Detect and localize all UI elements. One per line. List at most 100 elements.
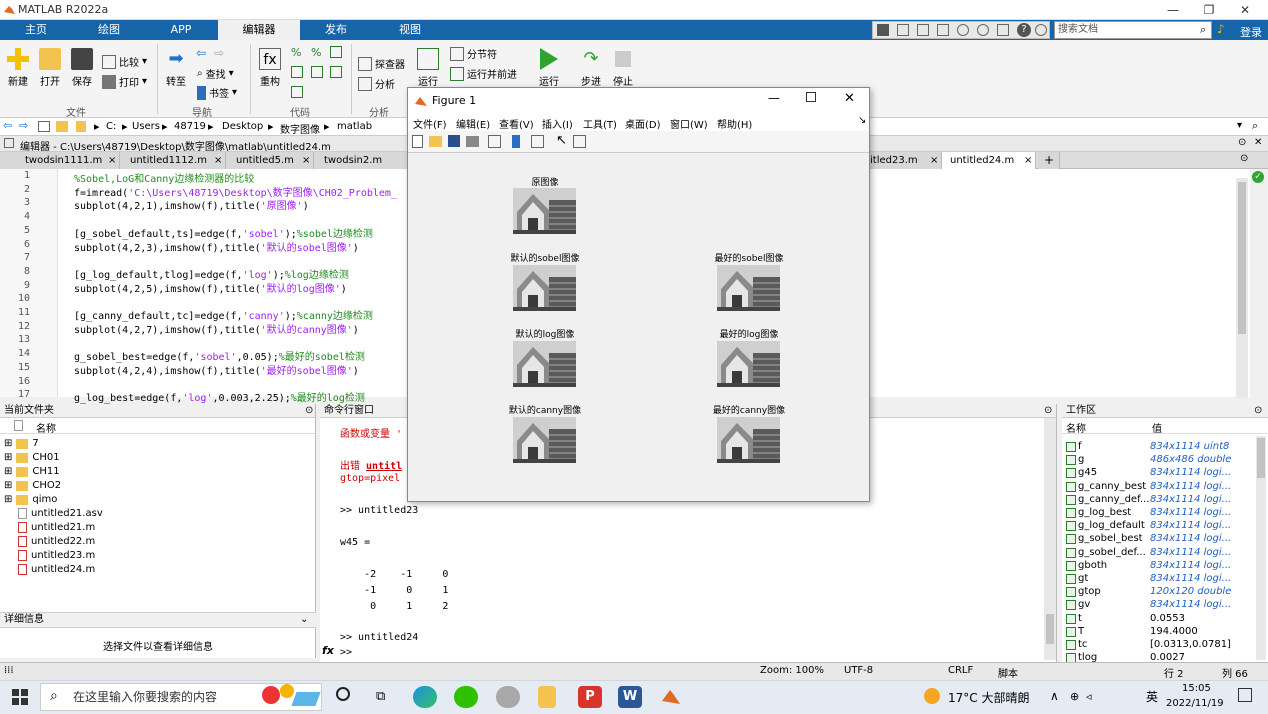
app-icon[interactable] — [496, 686, 520, 708]
workspace-row[interactable]: gv 834x1114 logi... — [1064, 599, 1264, 612]
weather-icon[interactable] — [924, 688, 940, 704]
workspace-scrollbar[interactable] — [1256, 436, 1266, 660]
edge-browser-icon[interactable] — [413, 686, 437, 708]
workspace-row[interactable]: gboth 834x1114 logi... — [1064, 560, 1264, 573]
folder-row[interactable]: ⊞ qimo — [4, 494, 57, 505]
bookmark-button[interactable]: 书签 ▾ — [197, 85, 237, 100]
paste-icon[interactable] — [937, 24, 949, 36]
section-break-button[interactable]: 分节符 — [450, 46, 497, 61]
input-language[interactable]: 英 — [1146, 688, 1158, 705]
file-tab[interactable]: untitled5.m × — [226, 152, 314, 169]
save-file-button[interactable]: 保存 — [68, 48, 96, 88]
close-tab-icon[interactable]: × — [214, 152, 222, 169]
expand-icon[interactable]: ⊞ — [4, 480, 12, 491]
stop-button[interactable]: 停止 — [608, 48, 638, 88]
back-icon[interactable]: ⇦ — [3, 119, 12, 132]
menu-window[interactable]: 窗口(W) — [670, 116, 708, 131]
workspace-row[interactable]: g_sobel_best 834x1114 logi... — [1064, 533, 1264, 546]
panel-menu-icon[interactable]: ⊙ — [305, 405, 313, 416]
windows-start-icon[interactable] — [12, 689, 28, 705]
clock-date[interactable]: 2022/11/19 — [1166, 698, 1224, 709]
tab-view[interactable]: 视图 — [380, 20, 440, 40]
file-row[interactable]: untitled23.m — [18, 550, 95, 561]
up-folder-icon[interactable] — [38, 121, 50, 132]
folder-row[interactable]: ⊞ 7 — [4, 438, 39, 449]
tab-home[interactable]: 主页 — [12, 20, 60, 40]
weather-text[interactable]: 17°C 大部晴朗 — [948, 689, 1029, 706]
code-check-ok-icon[interactable]: ✓ — [1252, 171, 1264, 183]
value-column-header[interactable]: 值 — [1152, 420, 1162, 435]
file-tab-active[interactable]: untitled24.m × — [942, 152, 1036, 169]
back-arrow-icon[interactable]: ⇦ — [196, 46, 206, 60]
figure-close-button[interactable]: ✕ — [844, 91, 855, 106]
workspace-row[interactable]: g_log_default 834x1114 logi... — [1064, 520, 1264, 533]
save-icon[interactable] — [877, 24, 889, 36]
indent-smart-icon[interactable] — [291, 66, 303, 78]
figure-minimize-button[interactable]: — — [768, 91, 780, 105]
tab-apps[interactable]: APP — [156, 20, 206, 40]
new-button[interactable]: 新建 — [4, 48, 32, 88]
matlab-taskbar-icon[interactable] — [660, 686, 682, 708]
minimize-button[interactable]: — — [1156, 0, 1190, 20]
path-segment[interactable]: Desktop — [222, 121, 263, 132]
expand-icon[interactable]: ⊞ — [4, 466, 12, 477]
notification-icon[interactable] — [1238, 688, 1252, 702]
tab-publish[interactable]: 发布 — [304, 20, 368, 40]
print-figure-icon[interactable] — [466, 136, 479, 147]
forward-arrow-icon[interactable]: ⇨ — [214, 46, 224, 60]
tab-plots[interactable]: 绘图 — [82, 20, 136, 40]
switch-windows-icon[interactable] — [997, 24, 1009, 36]
word-icon[interactable]: W — [618, 686, 642, 708]
file-row[interactable]: untitled21.asv — [18, 508, 103, 519]
panel-menu-icon[interactable]: ⊙ — [1044, 405, 1052, 416]
chevron-up-icon[interactable]: ∧ — [1050, 689, 1059, 703]
file-explorer-icon[interactable] — [538, 686, 556, 708]
run-button[interactable]: 运行 — [534, 48, 564, 88]
details-header[interactable]: 详细信息 ⌄ — [0, 612, 316, 628]
outdent-icon[interactable] — [330, 66, 342, 78]
close-button[interactable]: ✕ — [1228, 0, 1262, 20]
expand-icon[interactable]: ⊞ — [4, 494, 12, 505]
file-tab[interactable]: untitled1112.m × — [120, 152, 226, 169]
path-segment[interactable]: matlab — [337, 121, 372, 132]
percent-icon[interactable]: % — [291, 46, 301, 59]
close-tab-icon[interactable]: × — [108, 152, 116, 169]
link-plot-icon[interactable] — [488, 135, 501, 148]
tab-menu-icon[interactable]: ⊙ — [1240, 153, 1248, 164]
close-tab-icon[interactable]: × — [302, 152, 310, 169]
close-panel-icon[interactable]: ✕ — [1254, 137, 1262, 148]
community-icon[interactable] — [1035, 24, 1047, 36]
close-tab-icon[interactable]: × — [1024, 152, 1032, 169]
workspace-row[interactable]: g45 834x1114 logi... — [1064, 467, 1264, 480]
workspace-row[interactable]: g 486x486 double — [1064, 454, 1264, 467]
menu-desktop[interactable]: 桌面(D) — [625, 116, 661, 131]
save-figure-icon[interactable] — [448, 135, 460, 147]
panel-menu-icon[interactable]: ⊙ — [1254, 405, 1262, 416]
workspace-row[interactable]: tc [0.0313,0.0781] — [1064, 639, 1264, 652]
redo-icon[interactable] — [977, 24, 989, 36]
refactor-button[interactable]: fx 重构 — [256, 48, 284, 88]
file-row[interactable]: untitled22.m — [18, 536, 95, 547]
goto-button[interactable]: ➡ 转至 — [162, 48, 190, 88]
undo-icon[interactable] — [957, 24, 969, 36]
menu-file[interactable]: 文件(F) — [413, 116, 447, 131]
subplot-image[interactable] — [513, 265, 576, 311]
file-row[interactable]: untitled24.m — [18, 564, 95, 575]
browse-folder-icon[interactable] — [56, 121, 68, 132]
file-row[interactable]: untitled21.m — [18, 522, 95, 533]
menu-help[interactable]: 帮助(H) — [717, 116, 752, 131]
subplot-image[interactable] — [513, 417, 576, 463]
clock-time[interactable]: 15:05 — [1182, 683, 1211, 694]
dock-arrow-icon[interactable]: ↘ — [858, 115, 866, 126]
run-section-button[interactable]: 运行 — [414, 48, 442, 88]
editor-scrollbar[interactable] — [1236, 178, 1248, 398]
name-column-header[interactable]: 名称 — [1066, 420, 1086, 435]
workspace-row[interactable]: gt 834x1114 logi... — [1064, 573, 1264, 586]
open-file-icon[interactable] — [429, 136, 442, 147]
workspace-row[interactable]: g_canny_def... 834x1114 logi... — [1064, 494, 1264, 507]
analyze-button[interactable]: 分析 — [358, 76, 395, 91]
login-link[interactable]: 登录 — [1240, 24, 1262, 40]
workspace-row[interactable]: f 834x1114 uint8 — [1064, 441, 1264, 454]
wrap-comments-icon[interactable] — [330, 46, 342, 58]
figure-maximize-button[interactable] — [806, 92, 816, 102]
